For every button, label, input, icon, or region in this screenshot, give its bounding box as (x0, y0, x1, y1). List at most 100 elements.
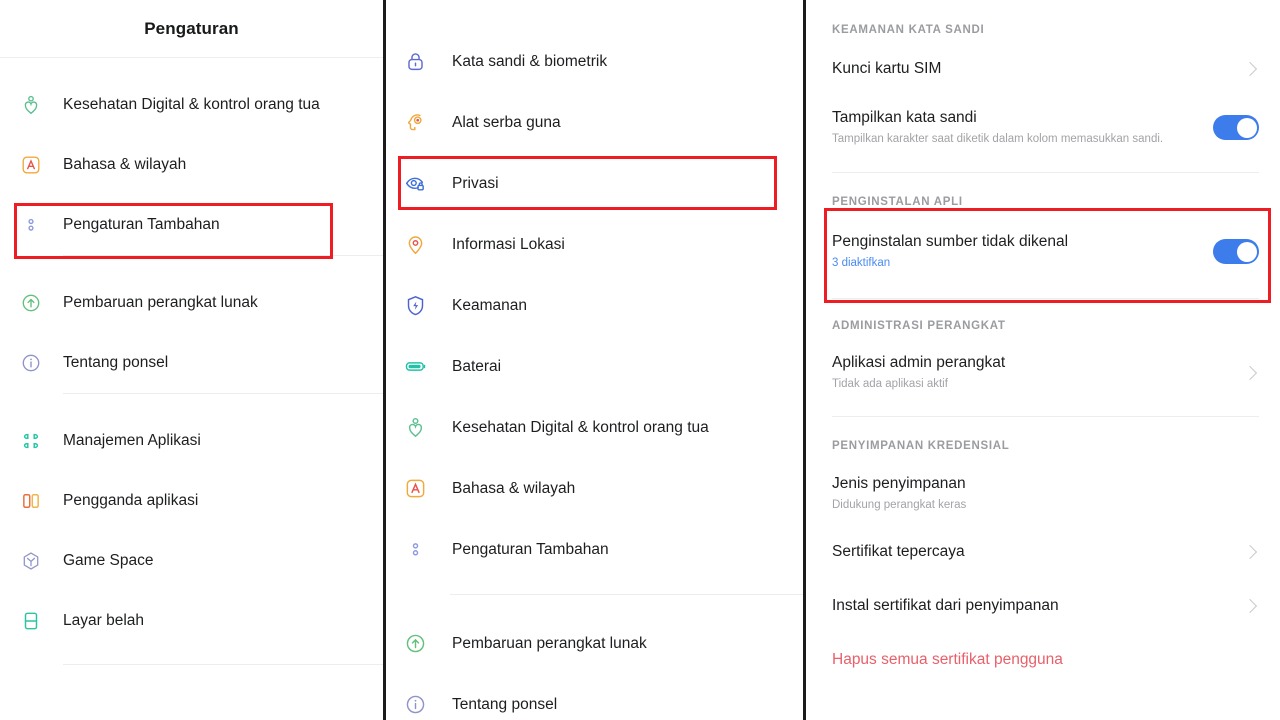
section-heading: ADMINISTRASI PERANGKAT (832, 320, 1259, 332)
convenience-tools-icon (398, 111, 432, 134)
toggle-knob (1237, 242, 1257, 262)
gap-2 (0, 394, 383, 411)
menu-item-app-management[interactable]: Manajemen Aplikasi (0, 411, 383, 471)
section-heading: KEAMANAN KATA SANDI (832, 24, 1259, 36)
additional-settings-icon (14, 214, 48, 236)
row-trusted-certificates[interactable]: Sertifikat tepercaya (832, 542, 1259, 562)
menu-item-about-phone[interactable]: Tentang ponsel (386, 674, 803, 720)
menu-item-label: Pengaturan Tambahan (452, 541, 609, 559)
menu-item-password-biometrics[interactable]: Kata sandi & biometrik (386, 31, 803, 92)
chevron-right-icon (1243, 544, 1259, 560)
toggle-knob (1237, 118, 1257, 138)
privacy-icon (398, 172, 432, 195)
menu-item-label: Tentang ponsel (63, 354, 168, 372)
row-title: Kunci kartu SIM (832, 59, 941, 79)
menu-item-software-update[interactable]: Pembaruan perangkat lunak (386, 613, 803, 674)
menu-item-split-screen[interactable]: Layar belah (0, 591, 383, 651)
menu-item-convenience-tools[interactable]: Alat serba guna (386, 92, 803, 153)
menu-item-label: Kesehatan Digital & kontrol orang tua (63, 96, 320, 114)
menu-item-label: Keamanan (452, 297, 527, 315)
menu-item-label: Layar belah (63, 612, 144, 630)
menu-item-additional-settings[interactable]: Pengaturan Tambahan (386, 519, 803, 580)
settings-panel-mid: Kata sandi & biometrik Alat serba guna (383, 0, 803, 720)
gap-1 (0, 256, 383, 273)
mid-menu-group-2: Pembaruan perangkat lunak Tentang ponsel (386, 613, 803, 720)
location-icon (398, 233, 432, 256)
chevron-right-icon (1243, 598, 1259, 614)
unknown-sources-toggle[interactable] (1213, 239, 1259, 264)
row-title: Hapus semua sertifikat pengguna (832, 650, 1063, 670)
menu-item-label: Pembaruan perangkat lunak (63, 294, 258, 312)
menu-item-label: Baterai (452, 358, 501, 376)
left-divider-3 (63, 664, 383, 665)
section-heading: PENYIMPANAN KREDENSIAL (832, 440, 1259, 452)
menu-item-digital-wellbeing[interactable]: Kesehatan Digital & kontrol orang tua (0, 75, 383, 135)
row-storage-type[interactable]: Jenis penyimpanan Didukung perangkat ker… (832, 474, 1259, 513)
show-passwords-toggle[interactable] (1213, 115, 1259, 140)
battery-icon (398, 355, 432, 378)
left-menu-group-3: Manajemen Aplikasi Pengganda aplikasi (0, 411, 383, 651)
row-texts: Hapus semua sertifikat pengguna (832, 650, 1063, 670)
row-subtitle: Tidak ada aplikasi aktif (832, 376, 1005, 392)
right-divider-3 (832, 416, 1259, 417)
menu-item-label: Privasi (452, 175, 499, 193)
menu-item-location[interactable]: Informasi Lokasi (386, 214, 803, 275)
security-settings-content: KEAMANAN KATA SANDI Kunci kartu SIM Tamp… (806, 24, 1280, 670)
menu-item-label: Bahasa & wilayah (452, 480, 575, 498)
menu-item-label: Pengaturan Tambahan (63, 216, 220, 234)
row-texts: Penginstalan sumber tidak dikenal 3 diak… (832, 232, 1068, 271)
menu-item-label: Tentang ponsel (452, 696, 557, 714)
row-device-admin-apps[interactable]: Aplikasi admin perangkat Tidak ada aplik… (832, 353, 1259, 392)
security-settings-panel: KEAMANAN KATA SANDI Kunci kartu SIM Tamp… (803, 0, 1280, 720)
row-title: Aplikasi admin perangkat (832, 353, 1005, 373)
menu-item-language[interactable]: Bahasa & wilayah (386, 458, 803, 519)
row-install-certificate[interactable]: Instal sertifikat dari penyimpanan (832, 596, 1259, 616)
menu-item-security[interactable]: Keamanan (386, 275, 803, 336)
menu-item-label: Game Space (63, 552, 153, 570)
about-phone-icon (398, 693, 432, 716)
row-sim-card-lock[interactable]: Kunci kartu SIM (832, 59, 1259, 79)
right-divider-1 (832, 172, 1259, 173)
software-update-icon (14, 292, 48, 314)
row-title: Jenis penyimpanan (832, 474, 966, 494)
row-clear-user-certificates[interactable]: Hapus semua sertifikat pengguna (832, 650, 1259, 670)
language-icon (398, 477, 432, 500)
menu-item-privacy[interactable]: Privasi (386, 153, 803, 214)
right-divider-2 (832, 298, 1259, 299)
menu-item-label: Kata sandi & biometrik (452, 53, 607, 71)
mid-menu-group-1: Kata sandi & biometrik Alat serba guna (386, 31, 803, 580)
page-title: Pengaturan (144, 19, 239, 39)
digital-wellbeing-icon (14, 94, 48, 116)
game-space-icon (14, 550, 48, 572)
section-credential-storage: PENYIMPANAN KREDENSIAL Jenis penyimpanan… (832, 440, 1259, 670)
menu-item-additional-settings[interactable]: Pengaturan Tambahan (0, 195, 383, 255)
row-texts: Sertifikat tepercaya (832, 542, 965, 562)
menu-item-software-update[interactable]: Pembaruan perangkat lunak (0, 273, 383, 333)
menu-item-app-cloner[interactable]: Pengganda aplikasi (0, 471, 383, 531)
section-app-installation: PENGINSTALAN APLI Penginstalan sumber ti… (832, 196, 1259, 271)
row-show-passwords[interactable]: Tampilkan kata sandi Tampilkan karakter … (832, 108, 1259, 147)
menu-item-about-phone[interactable]: Tentang ponsel (0, 333, 383, 393)
software-update-icon (398, 632, 432, 655)
row-title: Tampilkan kata sandi (832, 108, 1163, 128)
section-device-administration: ADMINISTRASI PERANGKAT Aplikasi admin pe… (832, 320, 1259, 392)
row-texts: Tampilkan kata sandi Tampilkan karakter … (832, 108, 1163, 147)
row-texts: Jenis penyimpanan Didukung perangkat ker… (832, 474, 966, 513)
menu-item-label: Informasi Lokasi (452, 236, 565, 254)
menu-item-game-space[interactable]: Game Space (0, 531, 383, 591)
row-subtitle[interactable]: 3 diaktifkan (832, 255, 1068, 271)
row-texts: Kunci kartu SIM (832, 59, 941, 79)
row-unknown-sources-install[interactable]: Penginstalan sumber tidak dikenal 3 diak… (832, 232, 1259, 271)
menu-item-battery[interactable]: Baterai (386, 336, 803, 397)
language-icon (14, 154, 48, 176)
section-heading: PENGINSTALAN APLI (832, 196, 1259, 208)
section-password-security: KEAMANAN KATA SANDI Kunci kartu SIM Tamp… (832, 24, 1259, 147)
menu-item-label: Pengganda aplikasi (63, 492, 198, 510)
row-subtitle: Didukung perangkat keras (832, 497, 966, 513)
about-phone-icon (14, 352, 48, 374)
menu-item-digital-wellbeing[interactable]: Kesehatan Digital & kontrol orang tua (386, 397, 803, 458)
mid-top-gap (386, 0, 803, 31)
settings-header: Pengaturan (0, 0, 383, 58)
menu-item-language[interactable]: Bahasa & wilayah (0, 135, 383, 195)
row-title: Instal sertifikat dari penyimpanan (832, 596, 1059, 616)
